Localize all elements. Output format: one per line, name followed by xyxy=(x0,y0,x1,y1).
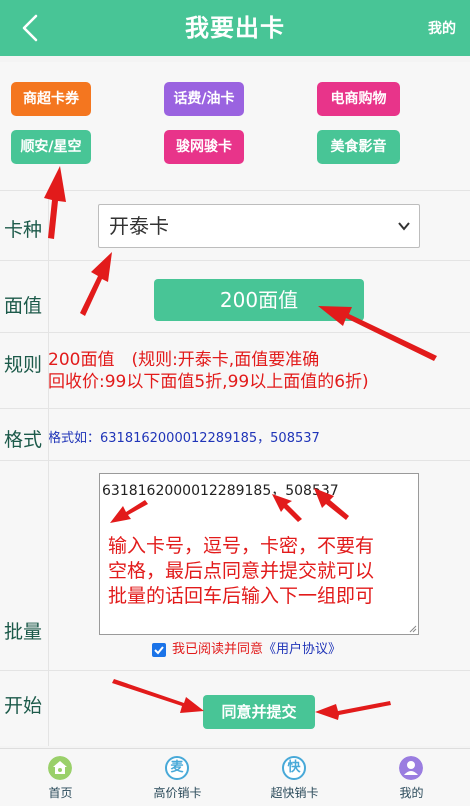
rule-label: 规则 xyxy=(4,354,43,376)
kuai-icon-glyph: 快 xyxy=(287,760,301,775)
category-button-junwang[interactable]: 骏网骏卡 xyxy=(164,130,244,164)
tab-home[interactable]: 首页 xyxy=(2,749,119,806)
agree-text: 我已阅读并同意 xyxy=(172,642,264,657)
rule-line-2: 回收价:99以下面值5折,99以上面值的6折) xyxy=(48,372,369,392)
face-value-row: 面值 200面值 xyxy=(0,260,470,332)
start-label: 开始 xyxy=(4,695,43,717)
resize-grip-icon[interactable] xyxy=(409,625,417,633)
agree-submit-button[interactable]: 同意并提交 xyxy=(203,695,315,729)
batch-label: 批量 xyxy=(4,621,43,643)
agree-checkbox[interactable] xyxy=(152,642,166,657)
mai-icon: 麦 xyxy=(165,756,189,780)
rule-row: 规则 200面值 (规则:开泰卡,面值要准确 回收价:99以下面值5折,99以上… xyxy=(0,332,470,408)
annotation-line-2: 空格，最后点同意并提交就可以 xyxy=(108,560,375,582)
card-type-select[interactable]: 开泰卡 xyxy=(98,204,420,248)
category-button-dianshang[interactable]: 电商购物 xyxy=(317,82,400,116)
category-button-shangchao[interactable]: 商超卡券 xyxy=(11,82,91,116)
category-grid: 商超卡券 话费/油卡 电商购物 顺安/星空 骏网骏卡 美食影音 xyxy=(0,62,470,190)
mai-icon-glyph: 麦 xyxy=(170,760,184,775)
card-type-selected-value: 开泰卡 xyxy=(109,214,169,238)
my-account-link[interactable]: 我的 xyxy=(428,18,456,38)
chevron-down-icon xyxy=(398,222,410,231)
kuai-icon: 快 xyxy=(282,756,306,780)
category-button-meishi[interactable]: 美食影音 xyxy=(317,130,400,164)
home-icon xyxy=(48,756,72,780)
face-value-button[interactable]: 200面值 xyxy=(154,279,364,321)
user-icon xyxy=(399,756,423,780)
card-type-row: 卡种 开泰卡 xyxy=(0,190,470,260)
agreement-row: 我已阅读并同意《用户协议》 xyxy=(152,641,341,659)
page-title: 我要出卡 xyxy=(185,14,285,42)
page: 我要出卡 我的 商超卡券 话费/油卡 电商购物 顺安/星空 骏网骏卡 美食影音 … xyxy=(0,0,470,806)
card-type-label: 卡种 xyxy=(4,219,43,241)
tab-high-price[interactable]: 麦 高价销卡 xyxy=(119,749,236,806)
bottom-tab-bar: 首页 麦 高价销卡 快 超快销卡 我的 xyxy=(0,748,470,806)
label-column-divider xyxy=(48,190,49,746)
category-button-huafei[interactable]: 话费/油卡 xyxy=(164,82,244,116)
tab-super-fast[interactable]: 快 超快销卡 xyxy=(236,749,353,806)
format-example-text: 格式如：6318162000012289185，508537 xyxy=(48,431,320,446)
annotation-text: 输入卡号，逗号，卡密，不要有 空格，最后点同意并提交就可以 批量的话回车后输入下… xyxy=(108,534,374,609)
tab-mine[interactable]: 我的 xyxy=(353,749,470,806)
batch-textarea-value: 6318162000012289185，508537 xyxy=(102,483,339,499)
rule-text: 200面值 (规则:开泰卡,面值要准确 回收价:99以下面值5折,99以上面值的… xyxy=(48,349,369,393)
header-bar: 我要出卡 我的 xyxy=(0,0,470,56)
tab-home-label: 首页 xyxy=(48,786,73,800)
tab-high-price-label: 高价销卡 xyxy=(153,786,202,800)
rule-line-1: 200面值 (规则:开泰卡,面值要准确 xyxy=(48,350,320,370)
user-agreement-link[interactable]: 《用户协议》 xyxy=(263,642,341,657)
face-value-label: 面值 xyxy=(4,295,43,317)
category-button-shunan[interactable]: 顺安/星空 xyxy=(11,130,91,164)
annotation-line-3: 批量的话回车后输入下一组即可 xyxy=(108,585,375,607)
tab-mine-label: 我的 xyxy=(399,786,424,800)
format-label: 格式 xyxy=(4,429,43,451)
annotation-line-1: 输入卡号，逗号，卡密，不要有 xyxy=(108,535,375,557)
format-row: 格式 格式如：6318162000012289185，508537 xyxy=(0,408,470,460)
checkmark-icon xyxy=(154,645,164,654)
tab-super-fast-label: 超快销卡 xyxy=(270,786,319,800)
start-row: 开始 同意并提交 xyxy=(0,670,470,746)
